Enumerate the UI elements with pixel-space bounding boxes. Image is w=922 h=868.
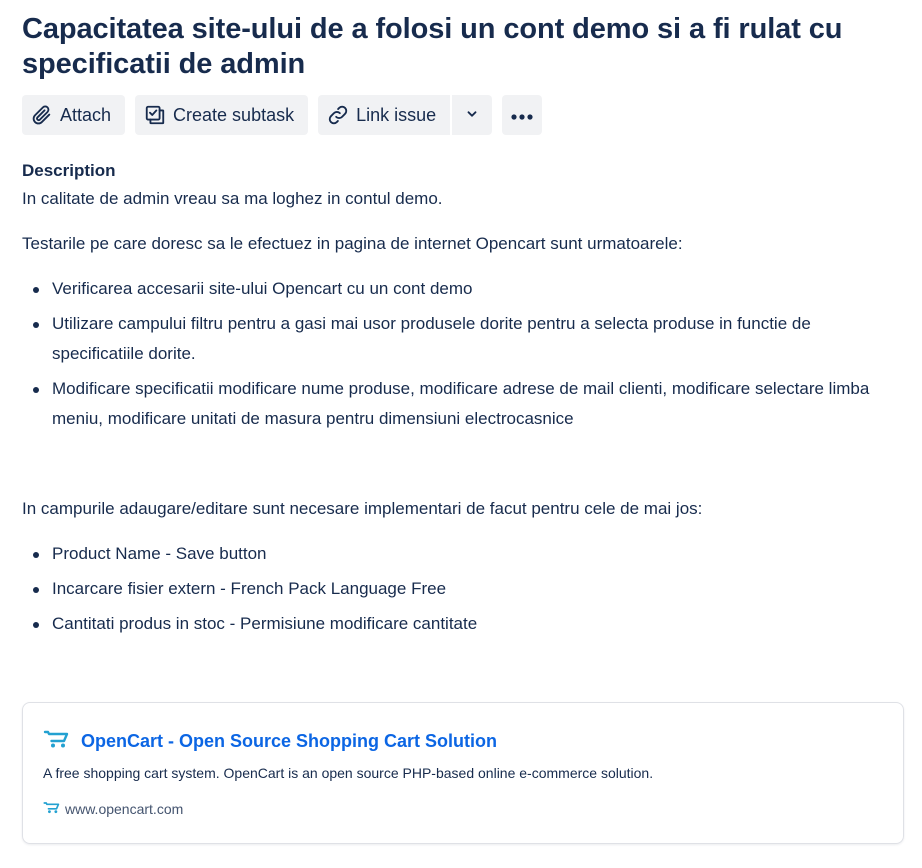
list-item: Cantitati produs in stoc - Permisiune mo… [22,609,904,639]
description-tests-intro: Testarile pe care doresc sa le efectuez … [22,234,683,253]
issue-toolbar: Attach Create subtask Link issue [22,95,543,135]
list-item: Product Name - Save button [22,539,904,569]
list-item: Utilizare campului filtru pentru a gasi … [22,309,904,369]
cart-icon [43,801,61,817]
link-issue-label: Link issue [356,104,437,125]
more-icon [510,105,534,126]
description-fields-intro: In campurile adaugare/editare sunt neces… [22,499,703,518]
attach-button[interactable]: Attach [22,95,126,135]
description-intro: In calitate de admin vreau sa ma loghez … [22,189,443,208]
create-subtask-button[interactable]: Create subtask [135,95,309,135]
description-section: Description In calitate de admin vreau s… [22,160,904,639]
list-item: Modificare specificatii modificare nume … [22,374,904,434]
link-issue-button[interactable]: Link issue [318,95,451,135]
link-preview-card[interactable]: OpenCart - Open Source Shopping Cart Sol… [22,702,904,844]
card-url[interactable]: www.opencart.com [65,801,183,817]
tests-list: Verificarea accesarii site-ului Opencart… [22,274,904,434]
attach-label: Attach [60,104,112,125]
card-title-link[interactable]: OpenCart - Open Source Shopping Cart Sol… [81,731,497,752]
more-actions-button[interactable] [502,95,543,135]
card-description: A free shopping cart system. OpenCart is… [43,765,654,781]
list-item: Verificarea accesarii site-ului Opencart… [22,274,904,304]
fields-list: Product Name - Save button Incarcare fis… [22,539,904,639]
link-issue-dropdown-button[interactable] [452,95,493,135]
description-heading: Description [22,161,116,180]
paperclip-icon [30,103,54,127]
link-icon [326,103,350,127]
subtask-icon [143,103,167,127]
cart-icon [43,729,71,754]
card-title-row: OpenCart - Open Source Shopping Cart Sol… [43,729,497,754]
issue-view: Capacitatea site-ului de a folosi un con… [22,0,904,844]
create-subtask-label: Create subtask [173,104,295,125]
list-item: Incarcare fisier extern - French Pack La… [22,574,904,604]
chevron-down-icon [465,105,479,126]
issue-title[interactable]: Capacitatea site-ului de a folosi un con… [22,12,904,82]
card-url-row: www.opencart.com [43,801,183,817]
